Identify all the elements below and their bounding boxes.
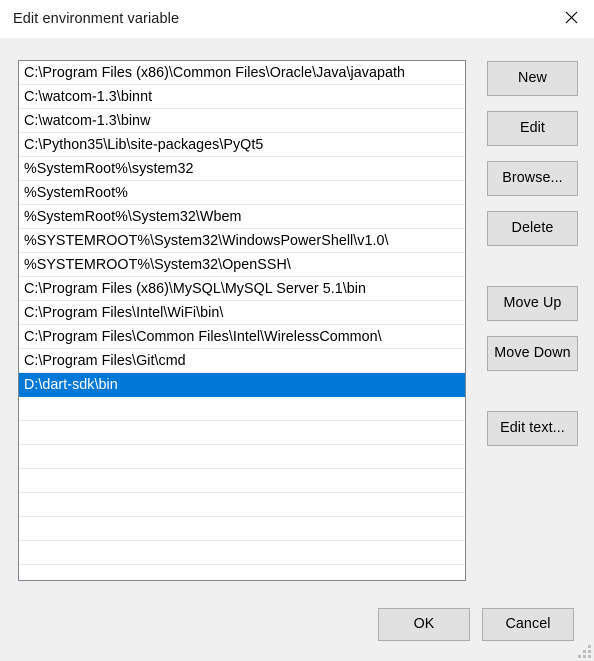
close-icon[interactable]	[548, 0, 594, 34]
cancel-button[interactable]: Cancel	[482, 608, 574, 641]
list-item[interactable]: %SYSTEMROOT%\System32\OpenSSH\	[19, 253, 465, 277]
list-item[interactable]: C:\Program Files\Common Files\Intel\Wire…	[19, 325, 465, 349]
list-item[interactable]: C:\watcom-1.3\binw	[19, 109, 465, 133]
list-item[interactable]: C:\Program Files\Git\cmd	[19, 349, 465, 373]
list-item-empty[interactable]	[19, 421, 465, 445]
list-item[interactable]: %SYSTEMROOT%\System32\WindowsPowerShell\…	[19, 229, 465, 253]
titlebar: Edit environment variable	[0, 0, 594, 38]
resize-grip-icon[interactable]	[578, 645, 591, 658]
list-item[interactable]: %SystemRoot%	[19, 181, 465, 205]
move-down-button[interactable]: Move Down	[487, 336, 578, 371]
path-list: C:\Program Files (x86)\Common Files\Orac…	[19, 61, 465, 565]
list-item[interactable]: C:\Python35\Lib\site-packages\PyQt5	[19, 133, 465, 157]
list-item-empty[interactable]	[19, 469, 465, 493]
list-item-empty[interactable]	[19, 493, 465, 517]
list-item[interactable]: C:\Program Files (x86)\Common Files\Orac…	[19, 61, 465, 85]
path-listbox[interactable]: C:\Program Files (x86)\Common Files\Orac…	[18, 60, 466, 581]
edit-button[interactable]: Edit	[487, 111, 578, 146]
list-item-empty[interactable]	[19, 445, 465, 469]
list-item[interactable]: %SystemRoot%\system32	[19, 157, 465, 181]
list-item[interactable]: C:\watcom-1.3\binnt	[19, 85, 465, 109]
edit-text-button[interactable]: Edit text...	[487, 411, 578, 446]
list-item-empty[interactable]	[19, 517, 465, 541]
window-title: Edit environment variable	[13, 11, 180, 27]
list-item[interactable]: C:\Program Files\Intel\WiFi\bin\	[19, 301, 465, 325]
list-item[interactable]: D:\dart-sdk\bin	[19, 373, 465, 397]
new-button[interactable]: New	[487, 61, 578, 96]
list-item-empty[interactable]	[19, 397, 465, 421]
list-item-empty[interactable]	[19, 541, 465, 565]
list-item[interactable]: %SystemRoot%\System32\Wbem	[19, 205, 465, 229]
ok-button[interactable]: OK	[378, 608, 470, 641]
browse-button[interactable]: Browse...	[487, 161, 578, 196]
move-up-button[interactable]: Move Up	[487, 286, 578, 321]
edit-environment-variable-dialog: Edit environment variable C:\Program Fil…	[0, 0, 594, 661]
delete-button[interactable]: Delete	[487, 211, 578, 246]
list-item[interactable]: C:\Program Files (x86)\MySQL\MySQL Serve…	[19, 277, 465, 301]
